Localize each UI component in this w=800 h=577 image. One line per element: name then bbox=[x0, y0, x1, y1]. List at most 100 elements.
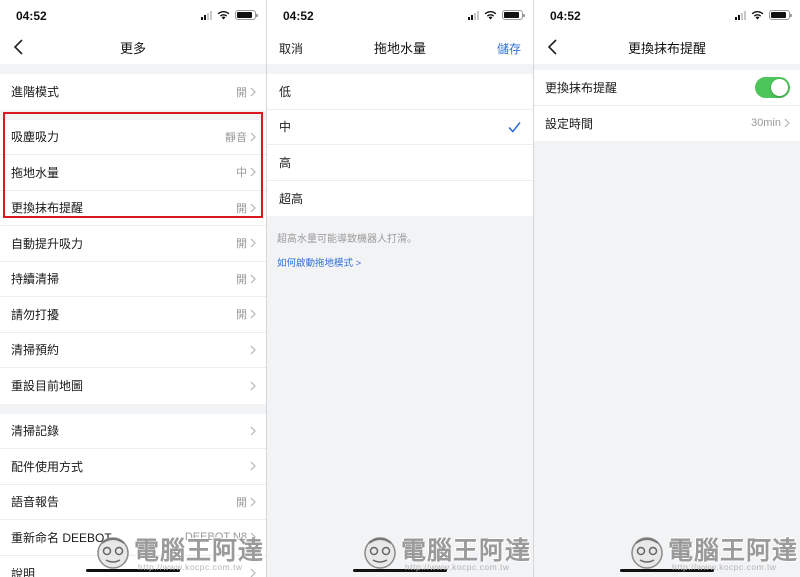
watermark: 電腦王阿達 http://www.kocpc.com.tw bbox=[361, 527, 530, 575]
settings-row[interactable]: 吸塵吸力 靜音 bbox=[0, 120, 266, 155]
option-label: 超高 bbox=[279, 191, 304, 206]
option-label: 高 bbox=[279, 155, 292, 170]
mascot-logo bbox=[364, 537, 396, 569]
row-label: 設定時間 bbox=[545, 116, 594, 131]
hint-note: 超高水量可能導致機器人打滑。 bbox=[277, 234, 417, 245]
chevron-right-icon bbox=[250, 87, 256, 97]
row-label: 清掃預約 bbox=[11, 343, 60, 358]
status-bar: 04:52 bbox=[534, 0, 800, 30]
settings-row[interactable]: 請勿打擾 開 bbox=[0, 297, 266, 333]
row-label: 進階模式 bbox=[11, 85, 60, 100]
page-title: 更多 bbox=[119, 40, 146, 56]
row-label: 清掃記錄 bbox=[11, 424, 60, 439]
mop-water-panel: 04:52 取消 拖地水量 儲存 低 中 高 超高 超高水量可能導致機器人打滑。… bbox=[266, 0, 533, 577]
status-time: 04:52 bbox=[550, 9, 581, 23]
chevron-right-icon bbox=[250, 203, 256, 213]
row-value: 開 bbox=[236, 202, 247, 215]
status-bar: 04:52 bbox=[267, 0, 533, 30]
row-value: 開 bbox=[236, 273, 247, 286]
row-label: 配件使用方式 bbox=[11, 459, 84, 474]
home-indicator[interactable] bbox=[620, 569, 714, 572]
home-indicator[interactable] bbox=[86, 569, 180, 572]
chevron-right-icon bbox=[250, 568, 256, 577]
row-label: 重新命名 DEEBOT bbox=[11, 530, 112, 545]
settings-group-general: 清掃記錄 配件使用方式 語音報告 開 重新命名 DEEBOT DEEBOT N8… bbox=[0, 413, 266, 577]
settings-row[interactable]: 拖地水量 中 bbox=[0, 155, 266, 191]
settings-row[interactable]: 進階模式 開 bbox=[0, 74, 266, 110]
row-label: 吸塵吸力 bbox=[11, 130, 60, 145]
watermark: 電腦王阿達 http://www.kocpc.com.tw bbox=[628, 527, 797, 575]
settings-row[interactable]: 自動提升吸力 開 bbox=[0, 226, 266, 262]
water-level-options: 低 中 高 超高 bbox=[267, 74, 533, 216]
back-icon[interactable] bbox=[12, 38, 26, 56]
row-value: 靜音 bbox=[225, 131, 247, 144]
settings-row[interactable]: 重新命名 DEEBOT DEEBOT N8 bbox=[0, 520, 266, 556]
cellular-signal-icon bbox=[468, 10, 479, 20]
chevron-right-icon bbox=[784, 118, 790, 128]
battery-icon bbox=[769, 10, 792, 20]
option-row[interactable]: 低 bbox=[267, 74, 533, 110]
row-label: 拖地水量 bbox=[11, 165, 60, 180]
chevron-right-icon bbox=[250, 497, 256, 507]
reminder-settings: 更換抹布提醒 設定時間 30min bbox=[534, 70, 800, 141]
chevron-right-icon bbox=[250, 381, 256, 391]
nav-bar: 更換抹布提醒 bbox=[534, 30, 800, 64]
mop-reminder-panel: 04:52 更換抹布提醒 更換抹布提醒 設定時間 30min 電腦王阿達 htt… bbox=[533, 0, 800, 577]
settings-row[interactable]: 持續清掃 開 bbox=[0, 262, 266, 297]
wifi-icon bbox=[217, 10, 230, 20]
row-label: 持續清掃 bbox=[11, 272, 60, 287]
status-bar: 04:52 bbox=[0, 0, 266, 30]
more-settings-panel: 04:52 更多 進階模式 開 吸塵吸力 靜音 拖地水量 中 更換抹布提醒 開 … bbox=[0, 0, 266, 577]
save-button[interactable]: 儲存 bbox=[497, 40, 521, 57]
row-label: 更換抹布提醒 bbox=[11, 201, 84, 216]
row-value: 開 bbox=[236, 309, 247, 322]
status-time: 04:52 bbox=[16, 9, 47, 23]
chevron-right-icon bbox=[250, 238, 256, 248]
checkmark-icon bbox=[508, 121, 521, 133]
time-setting-row[interactable]: 設定時間 30min bbox=[534, 106, 800, 142]
battery-icon bbox=[235, 10, 258, 20]
row-label: 更換抹布提醒 bbox=[545, 80, 618, 95]
row-label: 請勿打擾 bbox=[11, 307, 60, 322]
option-row-selected[interactable]: 中 bbox=[267, 110, 533, 145]
home-indicator[interactable] bbox=[353, 569, 447, 572]
row-label: 語音報告 bbox=[11, 495, 60, 510]
row-value: 開 bbox=[236, 238, 247, 251]
row-value: 中 bbox=[236, 167, 247, 180]
option-label: 中 bbox=[279, 120, 292, 135]
row-value: 開 bbox=[236, 86, 247, 99]
settings-group-cleaning: 吸塵吸力 靜音 拖地水量 中 更換抹布提醒 開 自動提升吸力 開 持續清掃 開 … bbox=[0, 119, 266, 404]
wifi-icon bbox=[484, 10, 497, 20]
settings-row[interactable]: 重設目前地圖 bbox=[0, 368, 266, 404]
nav-bar: 取消 拖地水量 儲存 bbox=[267, 30, 533, 64]
cancel-button[interactable]: 取消 bbox=[279, 40, 303, 57]
settings-row[interactable]: 語音報告 開 bbox=[0, 485, 266, 520]
page-title: 拖地水量 bbox=[373, 40, 426, 56]
status-time: 04:52 bbox=[283, 9, 314, 23]
row-value: DEEBOT N8 bbox=[184, 531, 247, 544]
settings-row[interactable]: 清掃記錄 bbox=[0, 414, 266, 449]
chevron-right-icon bbox=[250, 426, 256, 436]
back-icon[interactable] bbox=[546, 38, 560, 56]
nav-bar: 更多 bbox=[0, 30, 266, 64]
chevron-right-icon bbox=[250, 532, 256, 542]
reminder-toggle-row: 更換抹布提醒 bbox=[534, 70, 800, 106]
chevron-right-icon bbox=[250, 461, 256, 471]
row-value: 30min bbox=[751, 117, 781, 130]
page-title: 更換抹布提醒 bbox=[627, 40, 706, 56]
chevron-right-icon bbox=[250, 345, 256, 355]
wifi-icon bbox=[751, 10, 764, 20]
chevron-right-icon bbox=[250, 274, 256, 284]
option-row[interactable]: 超高 bbox=[267, 181, 533, 217]
chevron-right-icon bbox=[250, 309, 256, 319]
settings-row[interactable]: 清掃預約 bbox=[0, 333, 266, 368]
settings-row[interactable]: 配件使用方式 bbox=[0, 449, 266, 485]
settings-row[interactable]: 更換抹布提醒 開 bbox=[0, 191, 266, 226]
row-label: 重設目前地圖 bbox=[11, 379, 84, 394]
help-link[interactable]: 如何啟動拖地模式 > bbox=[267, 245, 533, 269]
settings-row[interactable]: 說明 bbox=[0, 556, 266, 577]
reminder-toggle[interactable] bbox=[755, 76, 790, 98]
cellular-signal-icon bbox=[735, 10, 746, 20]
option-label: 低 bbox=[279, 84, 292, 99]
option-row[interactable]: 高 bbox=[267, 145, 533, 181]
